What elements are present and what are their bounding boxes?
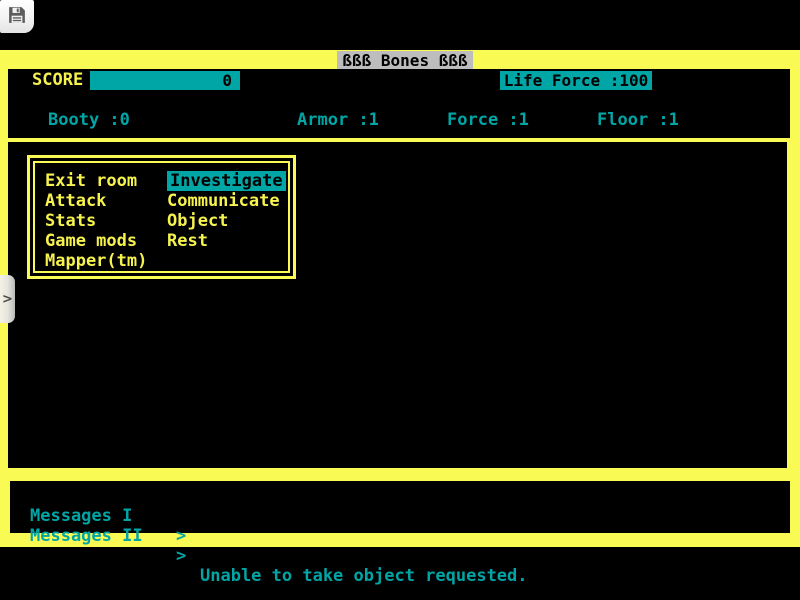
- menu-item-rest[interactable]: Rest: [167, 231, 286, 251]
- main-viewport: Exit room Attack Stats Game mods Mapper(…: [8, 142, 787, 468]
- menu-item-exit-room[interactable]: Exit room: [45, 171, 147, 191]
- message-2-prompt: >: [176, 546, 186, 566]
- menu-item-attack[interactable]: Attack: [45, 191, 147, 211]
- stat-armor: Armor :1: [297, 110, 379, 130]
- life-force-badge: Life Force :100: [500, 71, 652, 90]
- game-title: ßßß Bones ßßß: [337, 51, 473, 70]
- messages-panel: Messages I > Messages II > Unable to tak…: [10, 481, 790, 533]
- menu-item-game-mods[interactable]: Game mods: [45, 231, 147, 251]
- game-screen: ßßß Bones ßßß SCORE : 0 Life Force :100 …: [0, 0, 800, 600]
- sidebar-expand-tab[interactable]: >: [0, 275, 15, 323]
- save-floppy-icon: [8, 6, 26, 28]
- command-menu: Exit room Attack Stats Game mods Mapper(…: [27, 155, 296, 279]
- message-2-text: Unable to take object requested.: [200, 566, 528, 586]
- menu-item-object[interactable]: Object: [167, 211, 286, 231]
- message-1-prompt: >: [176, 526, 186, 546]
- menu-item-mapper[interactable]: Mapper(tm): [45, 251, 147, 271]
- menu-item-investigate-label: Investigate: [167, 171, 286, 191]
- command-menu-border: Exit room Attack Stats Game mods Mapper(…: [33, 161, 290, 273]
- menu-item-communicate[interactable]: Communicate: [167, 191, 286, 211]
- message-2-label: Messages II: [30, 526, 143, 546]
- menu-item-investigate[interactable]: Investigate: [167, 171, 286, 191]
- message-row-2: Messages II > Unable to take object requ…: [10, 506, 790, 526]
- hud-panel: SCORE : 0 Life Force :100 Booty :0 Armor…: [8, 69, 790, 138]
- menu-column-2: Investigate Communicate Object Rest: [167, 171, 286, 251]
- chevron-right-icon: >: [2, 292, 13, 307]
- stat-force: Force :1: [447, 110, 529, 130]
- stat-floor: Floor :1: [597, 110, 679, 130]
- menu-column-1: Exit room Attack Stats Game mods Mapper(…: [45, 171, 147, 271]
- message-row-1: Messages I >: [10, 486, 790, 506]
- stat-booty: Booty :0: [48, 110, 130, 130]
- score-bar: 0: [90, 71, 240, 90]
- menu-item-stats[interactable]: Stats: [45, 211, 147, 231]
- save-button[interactable]: [0, 0, 34, 33]
